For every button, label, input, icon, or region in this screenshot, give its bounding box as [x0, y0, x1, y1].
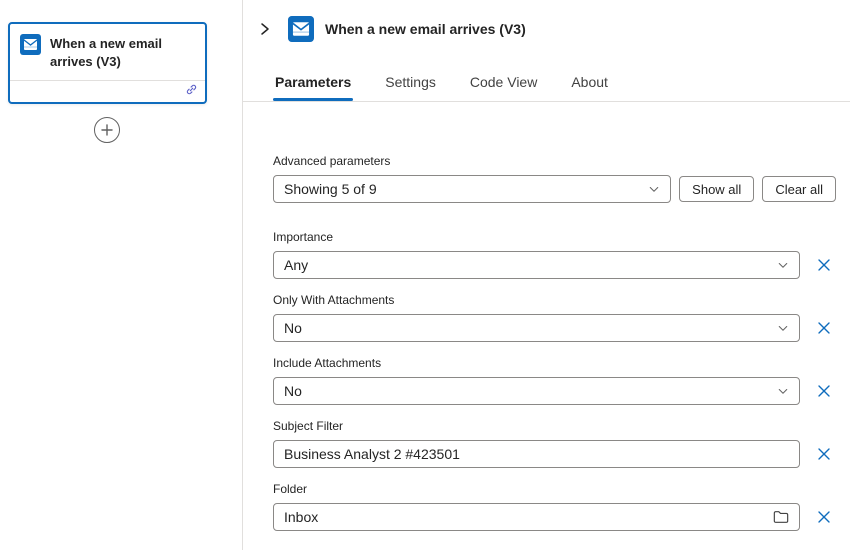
panel-tabs: Parameters Settings Code View About	[273, 74, 850, 101]
advanced-parameters-dropdown[interactable]: Showing 5 of 9	[273, 175, 671, 203]
tab-settings[interactable]: Settings	[383, 74, 438, 101]
advanced-parameters-row: Showing 5 of 9 Show all Clear all	[273, 175, 836, 203]
field-importance: Importance Any	[273, 230, 836, 279]
panel-title: When a new email arrives (V3)	[325, 21, 526, 37]
only-with-attachments-dropdown[interactable]: No	[273, 314, 800, 342]
clear-only-with-attachments-icon[interactable]	[812, 316, 836, 340]
advanced-parameters-label: Advanced parameters	[273, 154, 836, 168]
trigger-card[interactable]: When a new email arrives (V3)	[8, 22, 207, 104]
folder-icon[interactable]	[773, 510, 789, 524]
field-only-with-attachments: Only With Attachments No	[273, 293, 836, 342]
subject-filter-textbox	[273, 440, 800, 468]
include-attachments-dropdown[interactable]: No	[273, 377, 800, 405]
clear-folder-icon[interactable]	[812, 505, 836, 529]
flow-designer: When a new email arrives (V3)	[0, 0, 850, 550]
outlook-connector-icon	[288, 16, 314, 42]
trigger-card-footer	[10, 80, 205, 102]
collapse-panel-icon[interactable]	[253, 17, 277, 41]
add-action-button[interactable]	[94, 117, 120, 143]
importance-dropdown[interactable]: Any	[273, 251, 800, 279]
advanced-parameters-dropdown-value: Showing 5 of 9	[284, 181, 640, 197]
clear-include-attachments-icon[interactable]	[812, 379, 836, 403]
chevron-down-icon	[648, 183, 660, 195]
folder-picker-value: Inbox	[284, 509, 765, 525]
clear-importance-icon[interactable]	[812, 253, 836, 277]
subject-filter-input[interactable]	[284, 446, 789, 462]
clear-subject-filter-icon[interactable]	[812, 442, 836, 466]
field-subject-filter-label: Subject Filter	[273, 419, 836, 433]
chevron-down-icon	[777, 385, 789, 397]
trigger-card-main: When a new email arrives (V3)	[10, 24, 205, 80]
trigger-details-panel: When a new email arrives (V3) Parameters…	[243, 0, 850, 550]
chevron-down-icon	[777, 259, 789, 271]
only-with-attachments-dropdown-value: No	[284, 320, 769, 336]
link-icon[interactable]	[185, 83, 198, 101]
chevron-down-icon	[777, 322, 789, 334]
advanced-parameters-section: Advanced parameters Showing 5 of 9 Show …	[273, 154, 836, 203]
importance-dropdown-value: Any	[284, 257, 769, 273]
flow-canvas: When a new email arrives (V3)	[0, 0, 243, 550]
trigger-card-title: When a new email arrives (V3)	[50, 34, 195, 70]
field-importance-label: Importance	[273, 230, 836, 244]
field-subject-filter: Subject Filter	[273, 419, 836, 468]
field-include-attachments-label: Include Attachments	[273, 356, 836, 370]
tab-parameters[interactable]: Parameters	[273, 74, 353, 101]
tab-code-view[interactable]: Code View	[468, 74, 539, 101]
tab-about[interactable]: About	[569, 74, 610, 101]
clear-all-button[interactable]: Clear all	[762, 176, 836, 202]
include-attachments-dropdown-value: No	[284, 383, 769, 399]
folder-picker[interactable]: Inbox	[273, 503, 800, 531]
parameters-content: Advanced parameters Showing 5 of 9 Show …	[243, 102, 850, 531]
show-all-button[interactable]: Show all	[679, 176, 754, 202]
panel-header: When a new email arrives (V3)	[243, 0, 850, 42]
field-folder: Folder Inbox	[273, 482, 836, 531]
field-folder-label: Folder	[273, 482, 836, 496]
field-only-with-attachments-label: Only With Attachments	[273, 293, 836, 307]
field-include-attachments: Include Attachments No	[273, 356, 836, 405]
outlook-connector-icon	[20, 34, 41, 55]
